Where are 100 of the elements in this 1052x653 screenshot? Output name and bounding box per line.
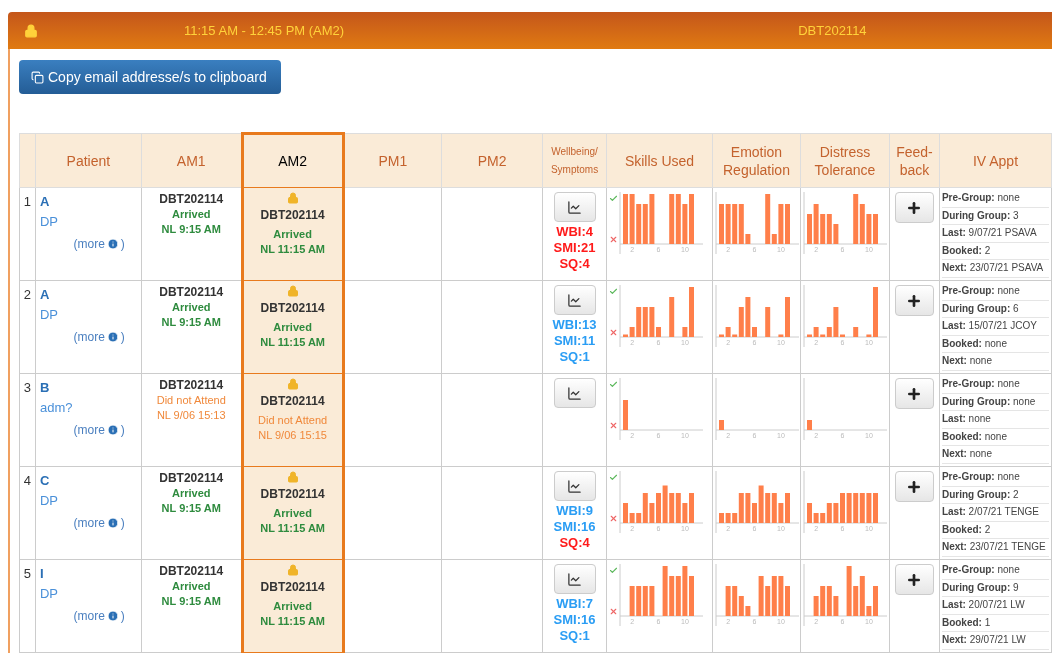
appointment-detail: Next: 23/07/21 TENGE [941,539,1049,557]
appointment-detail: During Group: 2 [941,486,1049,504]
appointment-detail: Last: 15/07/21 JCOY [941,318,1049,336]
more-link[interactable]: (more ) [73,421,125,439]
session-code: DBT202114 [159,192,224,207]
session-code: DBT202114 [159,471,224,486]
more-link[interactable]: (more ) [73,607,125,625]
more-link[interactable]: (more ) [73,235,125,253]
session-status: Arrived [172,207,211,222]
more-link[interactable]: (more ) [73,328,125,346]
appointment-detail: Booked: 2 [941,521,1049,539]
patient-tag: DP [39,211,141,231]
metric-value: WBI:9 [556,503,593,519]
lock-icon [24,23,38,38]
appointment-detail: Last: 20/07/21 LW [941,597,1049,615]
session-status: Arrived [172,300,211,315]
add-feedback-button[interactable] [894,378,934,409]
session-code: DBT202114 [260,580,325,595]
plus-icon [906,199,923,216]
info-icon [106,424,119,436]
chart-button[interactable] [553,285,596,315]
patient-name[interactable]: A [39,192,141,212]
column-header: Wellbeing/ Symptoms [542,133,607,188]
info-icon [106,610,119,622]
plus-icon [906,478,923,495]
session-status: Arrived [172,486,211,501]
session-time: 11:15 AM - 12:45 PM (AM2) [184,21,345,40]
appointment-detail: Pre-Group: none [941,469,1049,487]
column-header: Patient [35,133,142,188]
lock-icon [286,564,299,576]
patient-name[interactable]: A [39,285,141,305]
column-header: Feed-back [889,133,940,188]
appointment-detail: During Group: 3 [941,207,1049,225]
appointment-detail: Next: none [941,353,1049,371]
column-header: PM1 [343,133,442,188]
patient-tag: DP [39,583,141,603]
session-note: NL 11:15 AM [260,335,325,350]
appointment-detail: Booked: 2 [941,242,1049,260]
session-note: NL 9:15 AM [161,501,221,516]
info-icon [106,331,119,343]
session-status: Arrived [273,599,312,614]
metric-value: SMI:21 [553,240,596,256]
cross-icon [609,514,619,523]
row-number: 2 [19,280,36,374]
cross-icon [609,607,619,616]
metric-value: WBI:13 [552,317,597,333]
chart-button[interactable] [553,471,596,501]
check-icon [609,473,619,482]
column-header: AM1 [141,133,243,188]
row-number: 1 [19,187,36,281]
session-code: DBT202114 [260,487,325,502]
line-chart-icon [567,292,583,308]
metric-value: SQ:1 [559,628,590,644]
lock-icon [286,471,299,483]
more-link[interactable]: (more ) [73,514,125,532]
session-status: Arrived [273,320,312,335]
appointment-detail: During Group: none [941,393,1049,411]
add-feedback-button[interactable] [894,564,934,595]
check-icon [609,287,619,296]
session-note: NL 9/06 15:15 [258,428,327,443]
copy-email-button[interactable]: Copy email addresse/s to clipboard [19,60,281,94]
cross-icon [609,328,619,337]
line-chart-icon [567,478,583,494]
add-feedback-button[interactable] [894,471,934,502]
appointment-detail: Pre-Group: none [941,562,1049,580]
chart-button[interactable] [553,378,596,408]
plus-icon [906,385,923,402]
copy-icon [31,70,44,84]
column-header: Skills Used [606,133,713,188]
info-icon [106,517,119,529]
metric-value: SMI:16 [553,519,596,535]
session-status: Arrived [273,506,312,521]
metric-value: SMI:11 [553,333,596,349]
line-chart-icon [567,385,583,401]
session-status: Arrived [172,579,211,594]
column-header: Distress Tolerance [800,133,890,188]
appointment-detail: Booked: none [941,428,1049,446]
add-feedback-button[interactable] [894,192,934,223]
appointment-detail: Last: 9/07/21 PSAVA [941,225,1049,243]
patient-tag: DP [39,304,141,324]
patient-name[interactable]: C [39,471,141,491]
session-note: NL 9:15 AM [161,594,221,609]
appointment-detail: Last: 2/07/21 TENGE [941,504,1049,522]
patient-name[interactable]: B [39,378,141,398]
column-header: PM2 [441,133,543,188]
chart-button[interactable] [553,564,596,594]
appointment-detail: During Group: 6 [941,300,1049,318]
check-icon [609,380,619,389]
cross-icon [609,235,619,244]
cross-icon [609,421,619,430]
chart-button[interactable] [553,192,596,222]
appointment-detail: Pre-Group: none [941,376,1049,394]
patient-name[interactable]: I [39,564,141,584]
add-feedback-button[interactable] [894,285,934,316]
session-status: Arrived [273,227,312,242]
info-icon [106,238,119,250]
appointment-detail: Next: none [941,446,1049,464]
metric-value: SQ:4 [559,256,590,272]
metric-value: SQ:4 [559,535,590,551]
session-note: NL 9:15 AM [161,315,221,330]
